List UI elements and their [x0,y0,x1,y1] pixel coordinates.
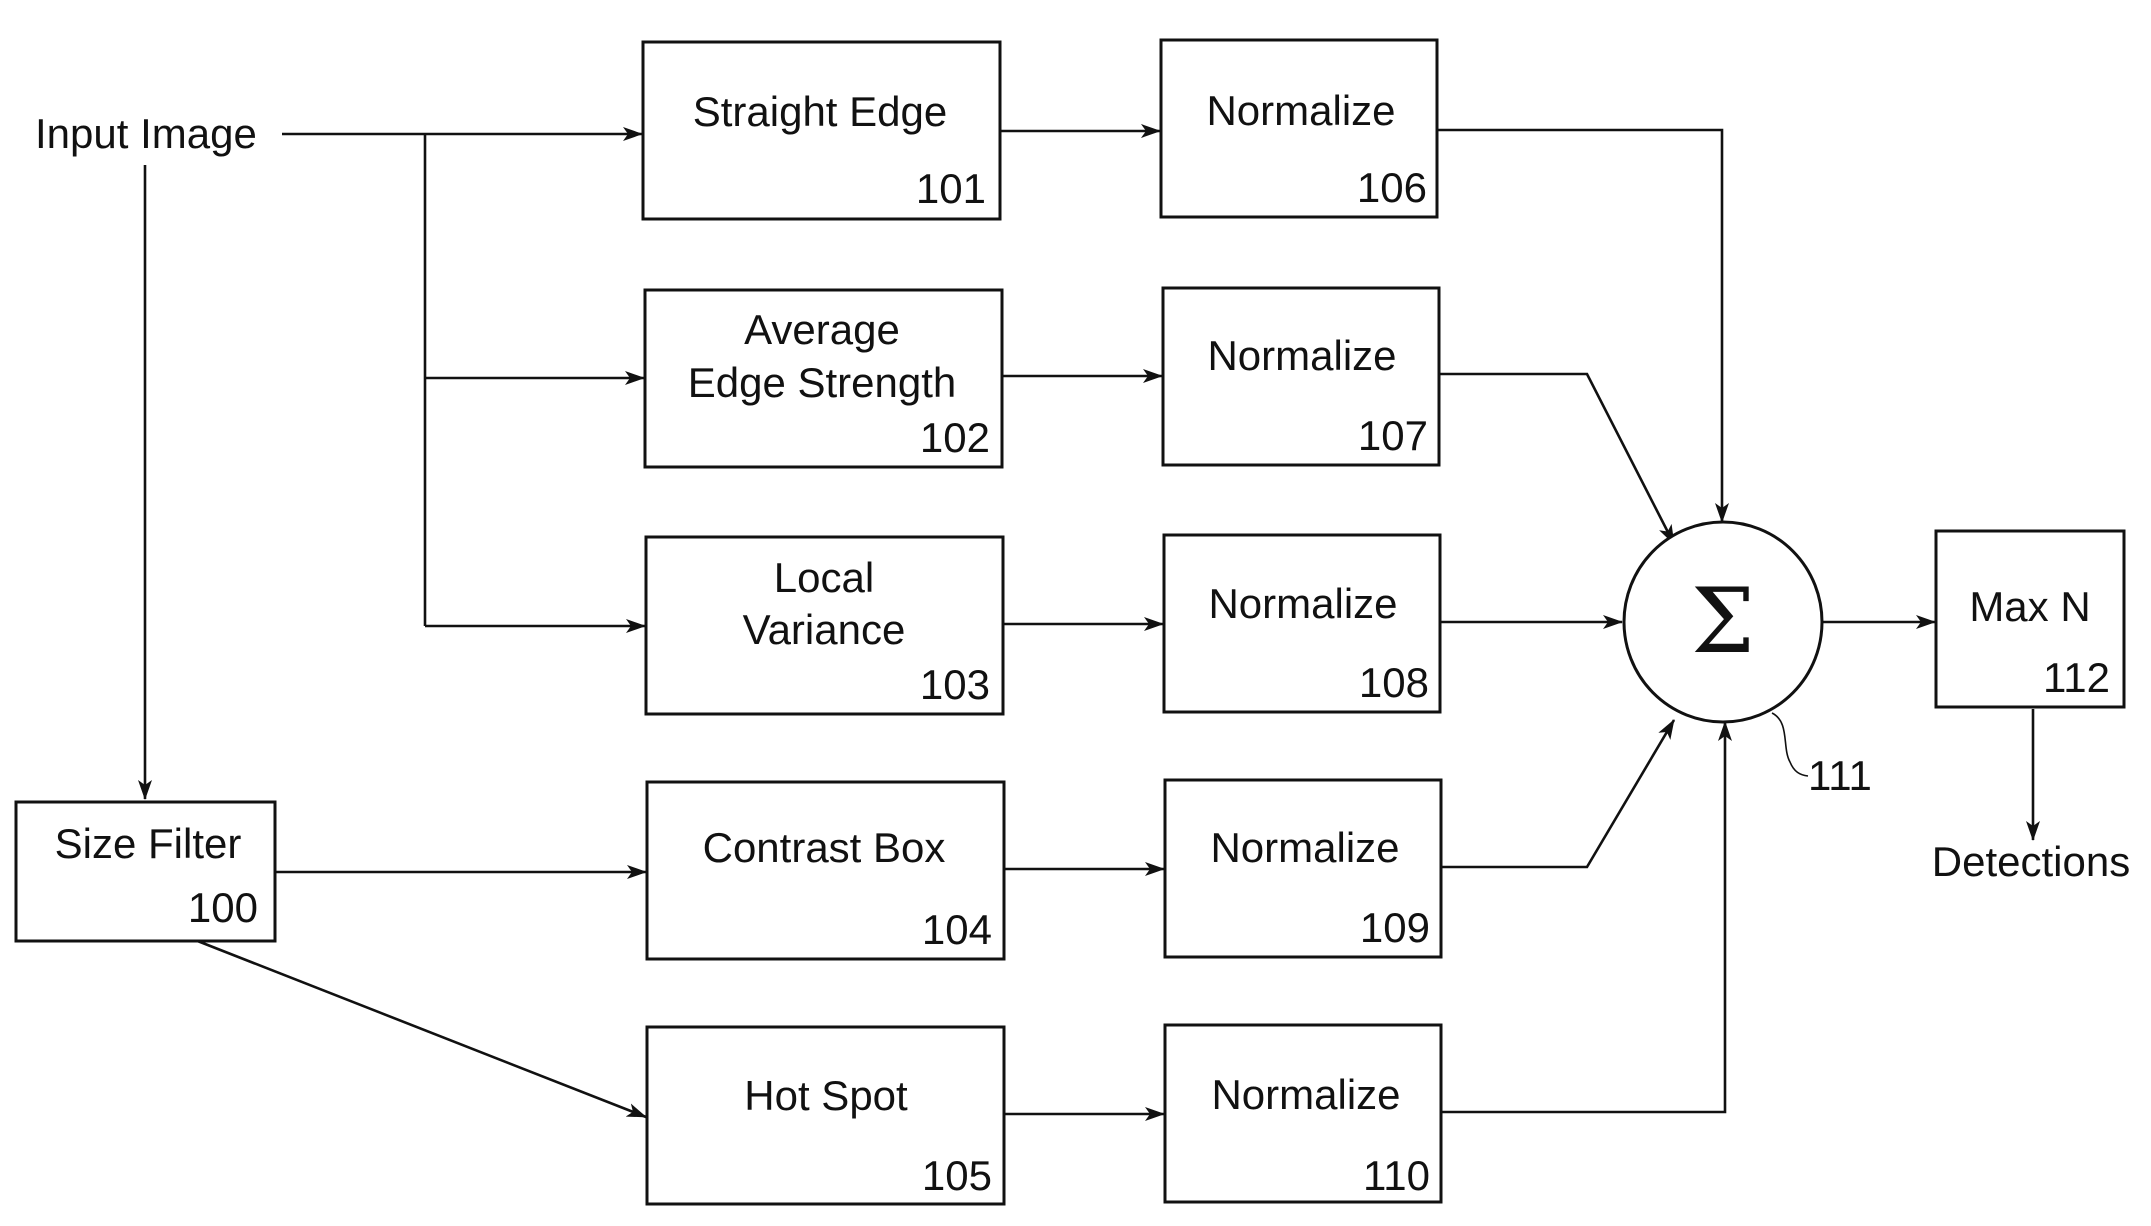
block-label: Normalize [1210,824,1399,871]
block-ref-number: 106 [1357,164,1427,211]
block-ref-number: 108 [1359,659,1429,706]
connector-106-to-sum [1437,128,1729,523]
block-contrast-box: Contrast Box 104 [645,780,1006,961]
block-max-n: Max N 112 [1934,529,2126,709]
block-ref-number: 105 [922,1152,992,1199]
block-label: Local [774,554,874,601]
connector-107-to-sum [1439,372,1676,545]
block-ref-number: 102 [920,414,990,461]
block-ref-number: 101 [916,165,986,212]
block-ref-number: 112 [2043,654,2110,701]
block-ref-number: 107 [1358,412,1428,459]
connector-110-to-sum [1441,721,1732,1114]
block-label: Size Filter [55,820,242,867]
summation-ref-number: 111 [1808,752,1872,799]
block-hot-spot: Hot Spot 105 [645,1025,1006,1206]
block-label: Hot Spot [744,1072,908,1119]
block-label: Normalize [1208,580,1397,627]
block-ref-number: 110 [1363,1152,1430,1199]
connector-109-to-sum [1441,719,1676,869]
block-normalize-109: Normalize 109 [1163,778,1443,959]
block-ref-number: 104 [922,906,992,953]
block-label: Straight Edge [693,88,948,135]
block-size-filter: Size Filter 100 [14,800,277,943]
block-average-edge-strength: Average Edge Strength 102 [643,288,1004,469]
block-straight-edge: Straight Edge 101 [641,40,1002,221]
block-normalize-108: Normalize 108 [1162,533,1442,714]
block-label: Normalize [1211,1071,1400,1118]
block-label: Normalize [1206,87,1395,134]
leader-line-111 [1771,712,1809,777]
input-image-label: Input Image [35,110,257,157]
block-diagram: Size Filter 100 Straight Edge 101 Averag… [14,38,2130,1206]
block-label: Variance [743,606,906,653]
detections-label: Detections [1932,838,2130,885]
summation-node: Σ 111 [1622,520,1872,799]
block-label: Max N [1969,583,2090,630]
connector-size-filter-to-hot-spot [194,938,647,1119]
block-label: Normalize [1207,332,1396,379]
block-ref-number: 109 [1360,904,1430,951]
block-normalize-106: Normalize 106 [1159,38,1439,219]
block-ref-number: 100 [188,884,258,931]
block-label: Average [744,306,900,353]
block-label: Edge Strength [688,359,957,406]
block-local-variance: Local Variance 103 [644,535,1005,716]
block-label: Contrast Box [703,824,946,871]
block-ref-number: 103 [920,661,990,708]
sigma-icon: Σ [1691,569,1755,674]
block-normalize-107: Normalize 107 [1161,286,1441,467]
block-normalize-110: Normalize 110 [1163,1023,1443,1204]
